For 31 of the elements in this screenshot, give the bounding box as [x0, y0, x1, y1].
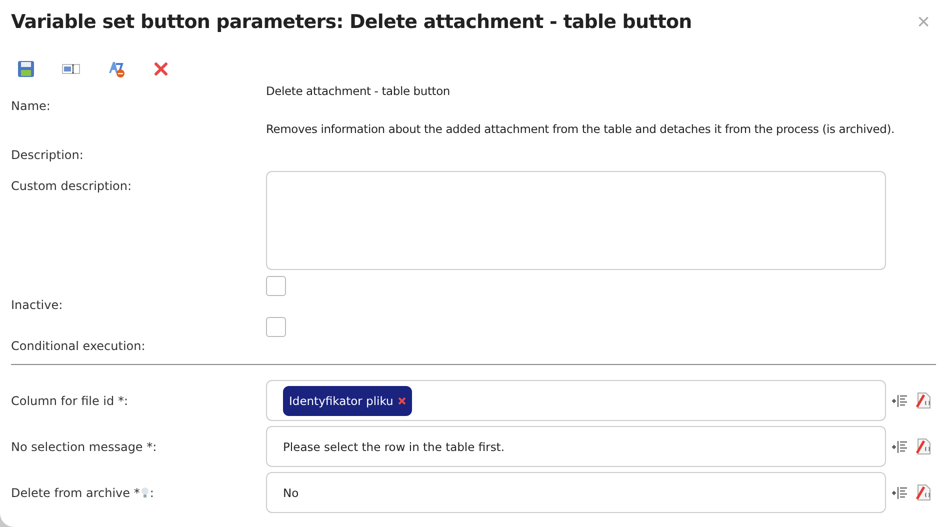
translate-button[interactable] — [106, 59, 126, 79]
input-field[interactable]: No — [266, 472, 886, 513]
dialog-title: Variable set button parameters: Delete attachment - table button — [11, 11, 692, 33]
field-label: Inactive: — [11, 298, 63, 312]
insert-variable-icon[interactable] — [892, 394, 907, 406]
field-label: Name: — [11, 99, 50, 113]
field-value: Removes information about the added attachment from the table and detaches it from the process (is archived). — [266, 122, 896, 136]
script-icon[interactable] — [915, 392, 931, 409]
checkbox[interactable] — [266, 276, 286, 296]
tag: Identyfikator pliku — [283, 386, 412, 416]
script-icon[interactable] — [915, 438, 931, 455]
insert-variable-icon[interactable] — [892, 486, 907, 498]
field-label: Delete from archive * — [11, 486, 140, 500]
label-colon: : — [150, 486, 154, 500]
field-label: Custom description: — [11, 179, 132, 193]
save-button[interactable] — [16, 59, 36, 79]
field-label: Conditional execution: — [11, 339, 146, 353]
script-icon[interactable] — [915, 484, 931, 501]
save-icon — [17, 60, 35, 78]
field-label: Column for file id *: — [11, 394, 128, 408]
delete-icon — [154, 62, 168, 76]
translate-icon — [107, 60, 125, 78]
text-field-icon — [62, 64, 80, 74]
field-value: Delete attachment - table button — [266, 84, 452, 98]
tag-field[interactable]: Identyfikator pliku — [266, 380, 886, 421]
checkbox[interactable] — [266, 317, 286, 337]
field-label: No selection message *: — [11, 440, 157, 454]
remove-icon[interactable] — [398, 396, 406, 404]
input-field[interactable]: Please select the row in the table first. — [266, 426, 886, 467]
insert-variable-icon[interactable] — [892, 440, 907, 452]
field-label: Description: — [11, 148, 84, 162]
